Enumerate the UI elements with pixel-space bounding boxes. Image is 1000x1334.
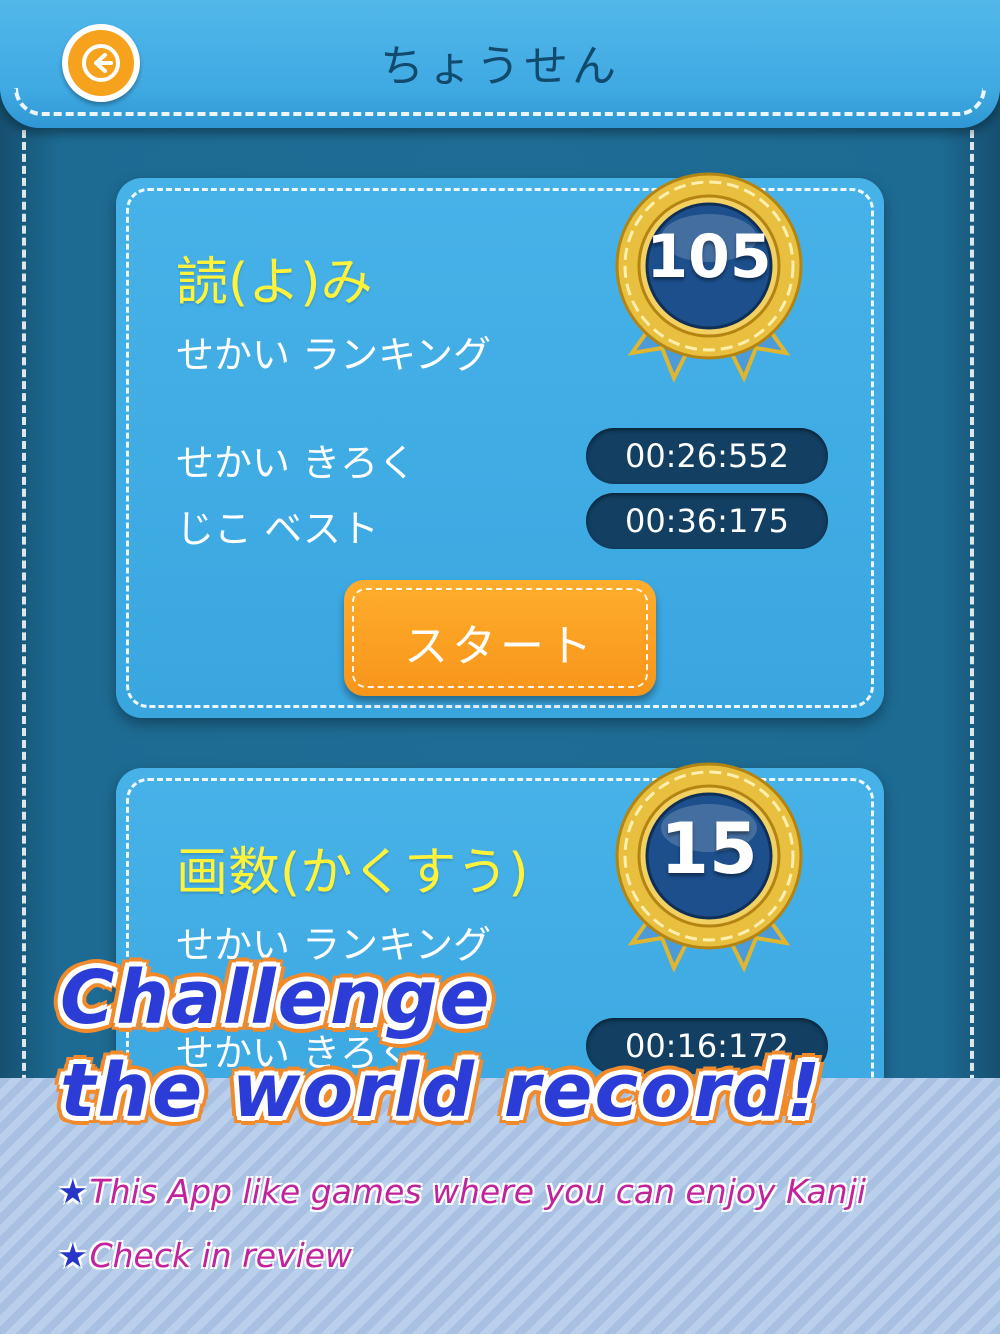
rank-number: 15 (660, 808, 758, 890)
mode-title: 画数(かくすう) (176, 843, 529, 903)
star-icon: ★ (58, 1236, 88, 1275)
personal-best-label: じこ ベスト (176, 507, 379, 551)
personal-best-time: 00:36:175 (586, 493, 828, 549)
page-title: ちょうせん (380, 41, 620, 92)
mode-title: 読(よ)み (176, 253, 373, 313)
promo-bullet-2: ★Check in review (58, 1236, 352, 1275)
promo-bullet-2-text: Check in review (89, 1236, 353, 1275)
challenge-card-reading: 読(よ)み せかい ランキング せかい きろく 00:26:552 じこ ベスト… (116, 172, 884, 718)
start-button-label: スタート (404, 621, 596, 672)
rank-number: 105 (646, 222, 772, 292)
rank-medal: 105 (604, 168, 814, 398)
back-button[interactable] (62, 24, 140, 102)
ranking-label: せかい ランキング (176, 333, 491, 377)
promo-headline-line2: the world record! (60, 1048, 823, 1134)
promo-bullet-1: ★This App like games where you can enjoy… (58, 1172, 866, 1211)
rank-medal: 15 (604, 758, 814, 988)
back-arrow-icon (82, 44, 120, 82)
promo-headline-line1: Challenge (60, 955, 492, 1041)
world-record-label: せかい きろく (176, 441, 417, 485)
world-record-time: 00:26:552 (586, 428, 828, 484)
star-icon: ★ (58, 1172, 88, 1211)
header-bar: ちょうせん (0, 0, 1000, 128)
start-button[interactable]: スタート (344, 580, 656, 696)
promo-bullet-1-text: This App like games where you can enjoy … (89, 1172, 867, 1211)
